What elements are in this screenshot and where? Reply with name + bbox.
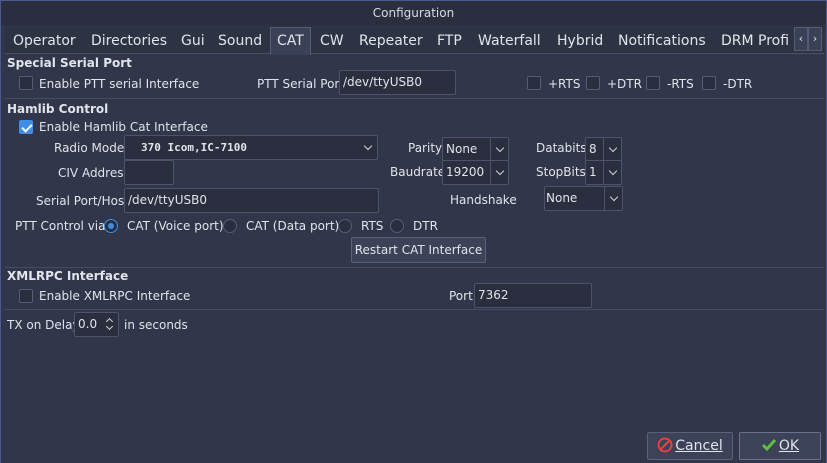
chevron-down-icon — [359, 136, 377, 159]
tab-scroll-arrows: ‹ › — [794, 27, 822, 51]
ptt-dtr-radio[interactable] — [390, 219, 404, 233]
tab-directories[interactable]: Directories — [85, 29, 173, 54]
enable-ptt-serial-label: Enable PTT serial Interface — [39, 77, 200, 91]
parity-label: Parity — [408, 141, 443, 155]
radio-model-select[interactable]: 370 Icom,IC-7100 — [124, 135, 378, 160]
chevron-down-icon — [603, 161, 621, 184]
divider — [5, 309, 824, 310]
serial-port-host-label: Serial Port/Host — [36, 194, 129, 208]
enable-xmlrpc-checkbox[interactable] — [19, 289, 33, 303]
chevron-down-icon — [604, 187, 622, 210]
tab-cw[interactable]: CW — [314, 29, 350, 54]
baudrate-select[interactable]: 19200 — [442, 160, 509, 185]
cancel-icon — [657, 437, 673, 453]
tab-bar: Operator Directories Gui Sound CAT CW Re… — [5, 25, 824, 55]
parity-select[interactable]: None — [442, 137, 509, 162]
cancel-label: Cancel — [675, 438, 723, 454]
cancel-button[interactable]: Cancel — [647, 432, 733, 460]
tab-hybrid[interactable]: Hybrid — [551, 29, 609, 54]
baudrate-label: Baudrate — [390, 165, 446, 179]
window-title: Configuration — [1, 1, 826, 25]
tab-notifications[interactable]: Notifications — [612, 29, 712, 54]
ptt-rts-radio[interactable] — [338, 219, 352, 233]
tab-gui[interactable]: Gui — [175, 29, 211, 54]
tx-delay-value: 0.0 — [78, 317, 98, 331]
plus-rts-checkbox[interactable] — [527, 76, 541, 90]
hamlib-heading: Hamlib Control — [7, 102, 109, 116]
tab-scroll-right-icon[interactable]: › — [808, 27, 822, 51]
enable-xmlrpc-label: Enable XMLRPC Interface — [39, 289, 191, 303]
ptt-control-via-label: PTT Control via: — [15, 219, 110, 233]
xmlrpc-heading: XMLRPC Interface — [7, 269, 129, 283]
handshake-value: None — [546, 191, 578, 205]
databits-select[interactable]: 8 — [585, 137, 622, 162]
handshake-select[interactable]: None — [544, 186, 623, 211]
plus-dtr-checkbox[interactable] — [586, 76, 600, 90]
chevron-down-icon — [603, 138, 621, 161]
ptt-serial-port-label: PTT Serial Port — [257, 77, 345, 91]
enable-ptt-serial-checkbox[interactable] — [19, 76, 33, 90]
ptt-dtr-label: DTR — [413, 219, 438, 233]
xmlrpc-port-field[interactable]: 7362 — [474, 283, 592, 308]
tab-drm-profiles[interactable]: DRM Profi — [715, 29, 795, 54]
tx-delay-label: TX on Delay — [7, 318, 80, 332]
ptt-cat-data-label: CAT (Data port) — [246, 219, 340, 233]
cat-tab-panel: Special Serial Port Enable PTT serial In… — [5, 55, 824, 426]
ok-button[interactable]: OK — [739, 432, 821, 460]
stopbits-label: StopBits — [536, 165, 586, 179]
configuration-window: Configuration Operator Directories Gui S… — [0, 0, 827, 463]
minus-dtr-label: -DTR — [723, 77, 753, 91]
handshake-label: Handshake — [450, 193, 517, 207]
restart-cat-button[interactable]: Restart CAT Interface — [351, 237, 486, 263]
plus-dtr-label: +DTR — [607, 77, 642, 91]
chevron-down-icon — [490, 138, 508, 161]
civ-address-field[interactable] — [124, 160, 174, 185]
divider — [5, 267, 824, 268]
databits-value: 8 — [589, 142, 597, 156]
databits-label: Databits — [536, 141, 587, 155]
tab-repeater[interactable]: Repeater — [353, 29, 429, 54]
ptt-serial-port-field[interactable]: /dev/ttyUSB0 — [339, 70, 456, 95]
tab-scroll-left-icon[interactable]: ‹ — [794, 27, 808, 51]
radio-model-value: 370 Icom,IC-7100 — [141, 141, 247, 154]
plus-rts-label: +RTS — [548, 77, 581, 91]
tab-waterfall[interactable]: Waterfall — [472, 29, 547, 54]
radio-model-label: Radio Model — [54, 141, 128, 155]
baudrate-value: 19200 — [446, 165, 485, 179]
ptt-rts-label: RTS — [361, 219, 384, 233]
minus-rts-label: -RTS — [667, 77, 694, 91]
tx-delay-spinbox[interactable]: 0.0 — [74, 312, 119, 337]
civ-address-label: CIV Address — [58, 166, 130, 180]
minus-rts-checkbox[interactable] — [646, 76, 660, 90]
enable-hamlib-label: Enable Hamlib Cat Interface — [39, 120, 208, 134]
tab-sound[interactable]: Sound — [212, 29, 268, 54]
chevron-down-icon — [490, 161, 508, 184]
divider — [5, 98, 824, 99]
tx-delay-suffix: in seconds — [124, 318, 188, 332]
serial-port-heading: Special Serial Port — [7, 56, 132, 70]
enable-hamlib-checkbox[interactable] — [19, 120, 33, 134]
stopbits-select[interactable]: 1 — [585, 160, 622, 185]
parity-value: None — [446, 142, 478, 156]
ok-label: OK — [778, 438, 800, 454]
serial-port-host-field[interactable]: /dev/ttyUSB0 — [124, 188, 379, 213]
tab-ftp[interactable]: FTP — [431, 29, 468, 54]
minus-dtr-checkbox[interactable] — [702, 76, 716, 90]
xmlrpc-port-label: Port — [449, 289, 473, 303]
ptt-cat-voice-label: CAT (Voice port) — [127, 219, 224, 233]
stopbits-value: 1 — [589, 165, 597, 179]
checkmark-icon — [761, 439, 777, 452]
ptt-cat-voice-radio[interactable] — [104, 219, 118, 233]
tab-cat[interactable]: CAT — [270, 27, 311, 55]
ptt-cat-data-radio[interactable] — [223, 219, 237, 233]
dialog-footer: Cancel OK — [1, 427, 826, 463]
spin-arrows-icon[interactable] — [104, 313, 118, 336]
tab-operator[interactable]: Operator — [7, 29, 82, 54]
